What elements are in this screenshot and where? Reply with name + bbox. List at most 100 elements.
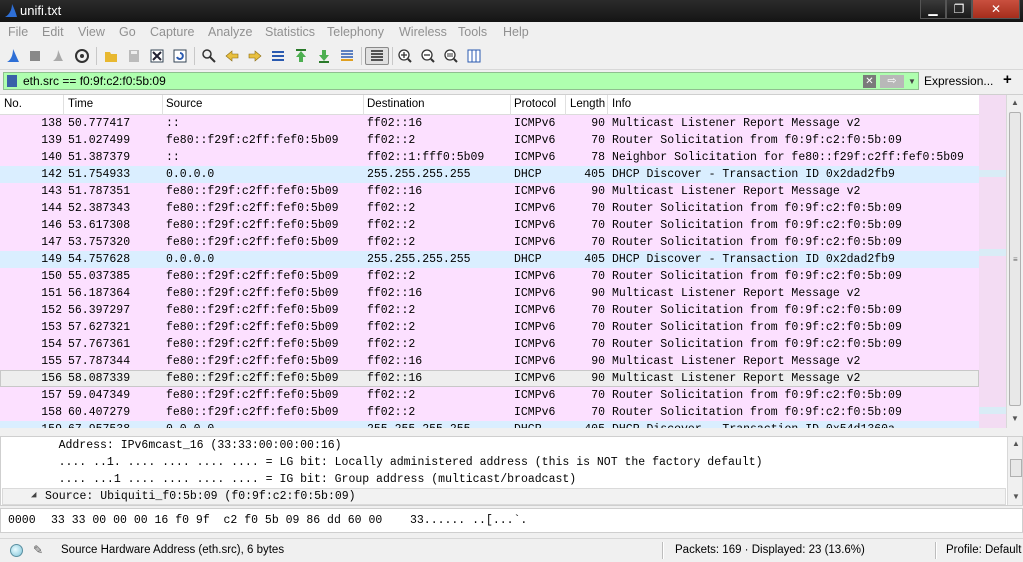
column-divider[interactable] <box>162 95 163 115</box>
packet-row[interactable]: 153 57.627321 fe80::f29f:c2ff:fef0:5b09 ff0… <box>0 319 979 336</box>
packet-row[interactable]: 157 59.047349 fe80::f29f:c2ff:fef0:5b09 ff0… <box>0 387 979 404</box>
find-packet-icon[interactable] <box>200 47 218 65</box>
detail-source-row[interactable]: ◢ Source: Ubiquiti_f0:5b:09 (f0:9f:c2:f0… <box>2 488 1006 505</box>
capture-options-icon[interactable] <box>73 47 91 65</box>
capture-comment-icon[interactable]: ✎ <box>33 543 47 557</box>
restart-capture-icon[interactable] <box>49 47 67 65</box>
packet-row[interactable]: 142 51.754933 0.0.0.0 255.255.255.255 DHCP 40… <box>0 166 979 183</box>
details-scrollbar[interactable]: ▲ ▼ <box>1007 437 1022 505</box>
menu-tools[interactable]: Tools <box>458 25 487 39</box>
zoom-out-icon[interactable] <box>419 47 437 65</box>
detail-address-line[interactable]: Address: IPv6mcast_16 (33:33:00:00:00:16… <box>31 439 342 452</box>
column-header-protocol[interactable]: Protocol <box>514 98 556 110</box>
column-divider[interactable] <box>510 95 511 115</box>
scrollbar-thumb[interactable] <box>1010 459 1022 477</box>
stop-capture-icon[interactable] <box>26 47 44 65</box>
go-to-packet-icon[interactable] <box>269 47 287 65</box>
close-file-icon[interactable] <box>148 47 166 65</box>
column-header-destination[interactable]: Destination <box>367 98 425 110</box>
display-filter-text[interactable]: eth.src == f0:9f:c2:f0:5b:09 <box>23 74 166 88</box>
menu-telephony[interactable]: Telephony <box>327 25 384 39</box>
close-button[interactable]: ✕ <box>972 0 1020 19</box>
column-header-time[interactable]: Time <box>68 98 93 110</box>
menu-statistics[interactable]: Statistics <box>265 25 315 39</box>
status-profile[interactable]: Profile: Default <box>946 544 1021 556</box>
column-divider[interactable] <box>63 95 64 115</box>
column-divider[interactable] <box>607 95 608 115</box>
menu-help[interactable]: Help <box>503 25 529 39</box>
menu-go[interactable]: Go <box>119 25 136 39</box>
detail-source-text[interactable]: Source: Ubiquiti_f0:5b:09 (f0:9f:c2:f0:5… <box>45 490 356 503</box>
bytes-ascii[interactable]: 33...... ..[...`. <box>410 514 527 527</box>
menu-file[interactable]: File <box>8 25 28 39</box>
scroll-up-arrow-icon[interactable]: ▲ <box>1007 95 1023 111</box>
bytes-offset[interactable]: 0000 <box>8 514 36 527</box>
packet-row[interactable]: 143 51.787351 fe80::f29f:c2ff:fef0:5b09 ff0… <box>0 183 979 200</box>
menu-capture[interactable]: Capture <box>150 25 194 39</box>
packet-row[interactable]: 150 55.037385 fe80::f29f:c2ff:fef0:5b09 ff0… <box>0 268 979 285</box>
column-header-length[interactable]: Length <box>570 98 605 110</box>
column-header-info[interactable]: Info <box>612 98 631 110</box>
open-file-icon[interactable] <box>102 47 120 65</box>
packet-row[interactable]: 146 53.617308 fe80::f29f:c2ff:fef0:5b09 ff0… <box>0 217 979 234</box>
packet-row[interactable]: 147 53.757320 fe80::f29f:c2ff:fef0:5b09 ff0… <box>0 234 979 251</box>
packet-row[interactable]: 15967.9575380.0.0.0255.255.255.255DHCP40… <box>0 421 979 428</box>
column-header-no[interactable]: No. <box>4 98 22 110</box>
packet-row[interactable]: 152 56.397297 fe80::f29f:c2ff:fef0:5b09 ff0… <box>0 302 979 319</box>
minimize-button[interactable]: ▁ <box>920 0 946 19</box>
last-packet-icon[interactable] <box>315 47 333 65</box>
packet-row[interactable]: 144 52.387343 fe80::f29f:c2ff:fef0:5b09 ff0… <box>0 200 979 217</box>
detail-ig-bit-line[interactable]: .... ...1 .... .... .... .... = IG bit: … <box>31 473 577 486</box>
menu-wireless[interactable]: Wireless <box>399 25 447 39</box>
save-file-icon[interactable] <box>125 47 143 65</box>
scroll-down-arrow-icon[interactable]: ▼ <box>1008 490 1022 504</box>
zoom-in-icon[interactable] <box>396 47 414 65</box>
packet-list-scrollbar[interactable]: ▲ ≡ ▼ <box>1006 95 1023 428</box>
pane-splitter[interactable] <box>0 428 1023 436</box>
column-divider[interactable] <box>363 95 364 115</box>
column-divider[interactable] <box>565 95 566 115</box>
status-separator[interactable] <box>935 542 937 559</box>
apply-filter-icon[interactable]: ⇨ <box>880 75 904 88</box>
scrollbar-thumb[interactable]: ≡ <box>1009 112 1021 406</box>
scroll-up-arrow-icon[interactable]: ▲ <box>1008 437 1022 451</box>
packet-row[interactable]: 140 51.387379:: ff02::1:fff0:5b09 ICMPv6 78 N… <box>0 149 979 166</box>
expression-button[interactable]: Expression... <box>924 74 993 88</box>
reload-file-icon[interactable] <box>171 47 189 65</box>
menu-view[interactable]: View <box>78 25 105 39</box>
status-separator[interactable] <box>662 542 664 559</box>
scroll-down-arrow-icon[interactable]: ▼ <box>1007 411 1023 427</box>
packet-row[interactable]: 155 57.787344 fe80::f29f:c2ff:fef0:5b09 ff0… <box>0 353 979 370</box>
display-filter-input[interactable]: eth.src == f0:9f:c2:f0:5b:09 ✕ ⇨ ▼ <box>3 72 919 90</box>
packet-length: 405 <box>584 253 605 266</box>
add-filter-button[interactable]: + <box>1003 71 1012 88</box>
resize-columns-icon[interactable] <box>465 47 483 65</box>
first-packet-icon[interactable] <box>292 47 310 65</box>
bookmark-icon[interactable] <box>7 75 17 87</box>
maximize-button[interactable]: ❐ <box>946 0 972 19</box>
colorize-icon[interactable] <box>365 47 389 65</box>
menu-analyze[interactable]: Analyze <box>208 25 252 39</box>
packet-row[interactable]: 154 57.767361 fe80::f29f:c2ff:fef0:5b09 ff0… <box>0 336 979 353</box>
normal-size-icon[interactable] <box>442 47 460 65</box>
packet-row[interactable]: 139 51.027499 fe80::f29f:c2ff:fef0:5b09 ff0… <box>0 132 979 149</box>
go-back-icon[interactable] <box>223 47 241 65</box>
packet-row[interactable]: 151 56.187364 fe80::f29f:c2ff:fef0:5b09 ff0… <box>0 285 979 302</box>
packet-minimap[interactable] <box>979 95 1006 428</box>
packet-row[interactable]: 158 60.407279 fe80::f29f:c2ff:fef0:5b09 ff0… <box>0 404 979 421</box>
expert-info-icon[interactable] <box>10 544 23 557</box>
bytes-hex[interactable]: 33 33 00 00 00 16 f0 9f c2 f0 5b 09 86 d… <box>51 514 382 527</box>
packet-row[interactable]: 149 54.757628 0.0.0.0 255.255.255.255 DHCP 40… <box>0 251 979 268</box>
filter-history-dropdown-icon[interactable]: ▼ <box>908 75 918 88</box>
packet-row[interactable]: 138 50.777417:: ff02::16 ICMPv6 90 Multicast … <box>0 115 979 132</box>
packet-row-selected[interactable]: 156 58.087339 fe80::f29f:c2ff:fef0:5b09 ff0… <box>0 370 979 387</box>
column-header-source[interactable]: Source <box>166 98 202 110</box>
collapse-arrow-icon[interactable]: ◢ <box>31 490 36 500</box>
go-forward-icon[interactable] <box>246 47 264 65</box>
menu-edit[interactable]: Edit <box>42 25 64 39</box>
clear-filter-icon[interactable]: ✕ <box>863 75 876 88</box>
packet-length: 70 <box>591 406 605 419</box>
detail-lg-bit-line[interactable]: .... ..1. .... .... .... .... = LG bit: … <box>31 456 763 469</box>
start-capture-icon[interactable] <box>4 47 22 65</box>
auto-scroll-icon[interactable] <box>338 47 356 65</box>
